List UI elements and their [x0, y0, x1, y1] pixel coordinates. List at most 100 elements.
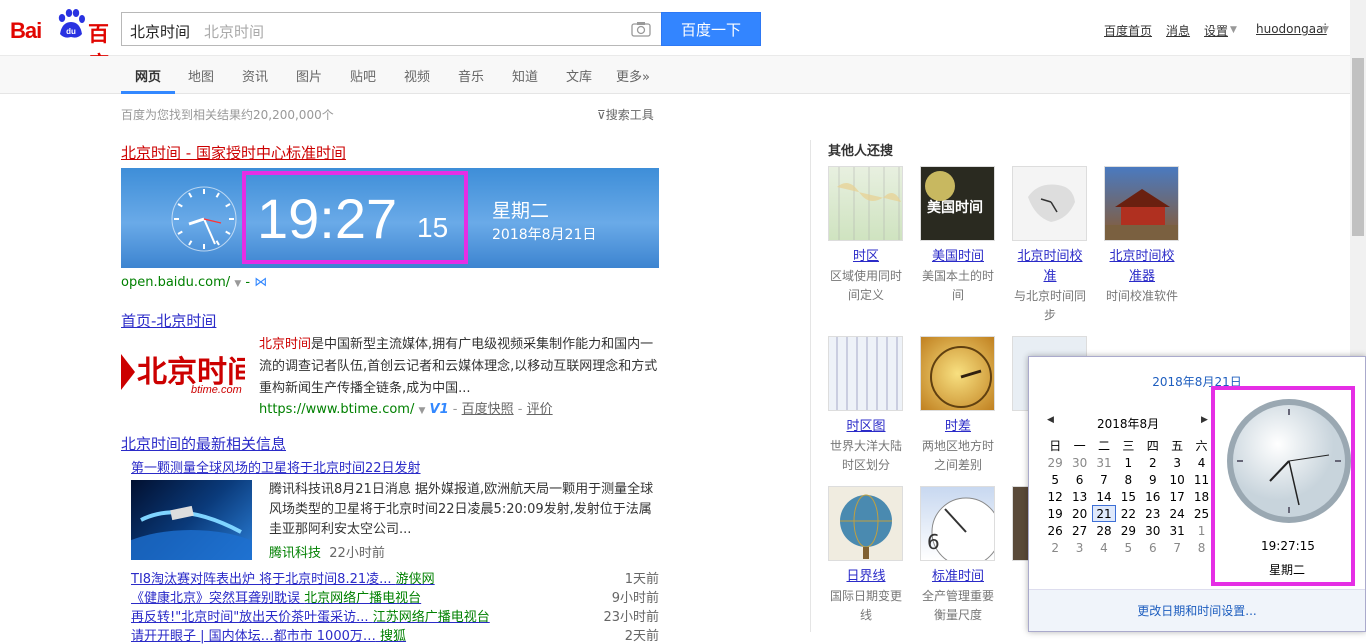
chevron-down-icon[interactable]: ▼ [418, 406, 425, 416]
scrollbar-thumb[interactable] [1352, 58, 1364, 236]
result-title-2[interactable]: 首页-北京时间 [121, 310, 216, 331]
related-card[interactable]: 美国时间 美国时间 美国本土的时间 [920, 166, 996, 305]
result-meta-2: https://www.btime.com/ ▼ V1 - 百度快照 - 评价 [259, 402, 553, 417]
settings-link[interactable]: 设置 [1204, 22, 1228, 39]
search-query[interactable]: 北京时间 [130, 21, 190, 42]
official-icon: ⋈ [254, 275, 268, 290]
chevron-down-icon[interactable]: ▼ [1230, 25, 1237, 35]
highlight-box [242, 171, 468, 264]
result-title-3[interactable]: 北京时间的最新相关信息 [121, 433, 286, 454]
related-card[interactable]: 北京时间校准器 时间校准软件 [1104, 166, 1180, 306]
globe-image [828, 486, 903, 561]
search-tabs: 网页 地图 资讯 图片 贴吧 视频 音乐 知道 文库 更多» [0, 56, 1350, 94]
timezone-chart-image [828, 336, 903, 411]
btime-logo[interactable]: 北京时间 btime.com [121, 346, 257, 398]
related-card-label: 时区 [852, 249, 879, 264]
related-card-label: 日界线 [846, 569, 886, 584]
paw-icon: du [58, 9, 85, 38]
result-title-1[interactable]: 北京时间 - 国家授时中心标准时间 [121, 142, 346, 163]
related-card[interactable]: 时区图 世界大洋大陆时区划分 [828, 336, 904, 475]
news-item[interactable]: 再反转!"北京时间"放出天价茶叶蛋采访... 江苏网络广播电视台 [131, 606, 490, 625]
forbidden-city-image [1104, 166, 1179, 241]
calendar-week: 26 27 28 29 30 31 1 [1047, 523, 1206, 538]
tab-video[interactable]: 视频 [404, 66, 430, 85]
search-button[interactable]: 百度一下 [661, 12, 761, 46]
us-time-image: 美国时间 [920, 166, 995, 241]
news-time: 1天前 [624, 572, 659, 587]
timezone-map-image [828, 166, 903, 241]
review-link[interactable]: 评价 [527, 402, 553, 417]
svg-text:du: du [66, 27, 76, 36]
calendar-month[interactable]: 2018年8月 [1097, 415, 1159, 432]
chevron-down-icon[interactable]: ▼ [1322, 25, 1329, 35]
tab-images[interactable]: 图片 [296, 66, 322, 85]
tab-news[interactable]: 资讯 [242, 66, 268, 85]
related-card[interactable]: 时差 两地区地方时之间差别 [920, 336, 996, 475]
news-time: 2天前 [624, 629, 659, 644]
tab-music[interactable]: 音乐 [458, 66, 484, 85]
related-card-label: 时差 [944, 419, 971, 434]
search-input[interactable]: 北京时间 北京时间 [121, 12, 661, 46]
news-item[interactable]: TI8淘汰赛对阵表出炉 将于北京时间8.21凌... 游侠网 [131, 568, 435, 587]
clock-image: 6 [920, 486, 995, 561]
tab-wenku[interactable]: 文库 [566, 66, 592, 85]
related-card[interactable]: 日界线 国际日期变更线 [828, 486, 904, 625]
news-time: 9小时前 [611, 591, 659, 606]
tab-map[interactable]: 地图 [188, 66, 214, 85]
related-card-desc: 全产管理重要衡量尺度 [921, 589, 994, 622]
related-card-desc: 国际日期变更线 [829, 589, 902, 622]
related-card-label: 标准时间 [931, 569, 984, 584]
calendar-week: 29 30 31 1 2 3 4 [1047, 455, 1206, 470]
news-top-title[interactable]: 第一颗测量全球风场的卫星将于北京时间22日发射 [131, 457, 421, 476]
search-suggestion: 北京时间 [204, 23, 265, 41]
analog-clock-icon [171, 186, 237, 252]
search-tools-button[interactable]: ⊽搜索工具 [597, 106, 654, 123]
camera-icon[interactable] [631, 21, 651, 37]
related-card[interactable]: 时区 区域使用同时间定义 [828, 166, 904, 305]
calendar-selected-day: 21 [1091, 505, 1117, 522]
news-item[interactable]: 请开开眼子 | 国内体坛…都市市 1000万… 搜狐 [131, 625, 406, 644]
messages-link[interactable]: 消息 [1166, 22, 1190, 39]
result-url-2: https://www.btime.com/ [259, 402, 415, 417]
news-top-snippet: 腾讯科技讯8月21日消息 据外媒报道,欧洲航天局一颗用于测量全球风场类型的卫星将… [269, 482, 654, 537]
tab-more[interactable]: 更多» [616, 66, 650, 85]
tab-web[interactable]: 网页 [135, 66, 161, 85]
v1-badge[interactable]: V1 [430, 402, 449, 417]
cache-link[interactable]: 百度快照 [462, 402, 514, 417]
svg-text:6: 6 [927, 530, 940, 554]
result-url-1: open.baidu.com/ ▼ - ⋈ [121, 275, 268, 290]
logo-text-left: Bai [10, 18, 42, 43]
calendar-weekdays: 日一二三四五六 [1049, 439, 1208, 453]
calendar-week: 2345678 [1051, 540, 1206, 555]
column-divider [810, 140, 811, 632]
change-datetime-settings-link[interactable]: 更改日期和时间设置... [1029, 589, 1365, 631]
calendar-week: 19 20 21 22 23 24 25 [1047, 505, 1210, 522]
news-thumbnail[interactable] [131, 480, 252, 560]
related-card-desc: 与北京时间同步 [1013, 289, 1086, 322]
filter-icon: ⊽ [597, 108, 606, 122]
result-snippet-2: 北京时间是中国新型主流媒体,拥有广电级视频采集制作能力和国内一流的调查记者队伍,… [259, 337, 658, 396]
news-item[interactable]: 《健康北京》突然耳聋别耽误 北京网络广播电视台 [131, 587, 421, 606]
related-card-label: 时区图 [846, 419, 886, 434]
related-card-label: 北京时间校准 [1017, 249, 1083, 284]
next-month-icon[interactable]: ▶ [1201, 415, 1208, 425]
related-card-desc: 世界大洋大陆时区划分 [829, 439, 902, 472]
username-link[interactable]: huodongaai [1256, 22, 1327, 36]
prev-month-icon[interactable]: ◀ [1047, 415, 1054, 425]
active-tab-indicator [121, 91, 175, 94]
chevron-down-icon[interactable]: ▼ [234, 279, 241, 289]
calendar-grid: 日一二三四五六 29 30 31 1 2 3 4 5 6 7 8 9 10 11 12 13 14 15 16 1… [1043, 437, 1214, 556]
svg-text:btime.com: btime.com [191, 384, 242, 396]
calendar-week: 5 6 7 8 9 10 11 [1051, 472, 1210, 487]
related-card-label: 北京时间校准器 [1109, 249, 1175, 284]
clock-face-image [920, 336, 995, 411]
calendar-week: 12 13 14 15 16 17 18 [1047, 489, 1210, 504]
search-tools-label: 搜索工具 [605, 108, 654, 122]
tab-tieba[interactable]: 贴吧 [350, 66, 376, 85]
news-time: 23小时前 [603, 610, 659, 625]
related-card[interactable]: 6 标准时间 全产管理重要衡量尺度 [920, 486, 996, 625]
related-card[interactable]: 北京时间校准 与北京时间同步 [1012, 166, 1088, 325]
home-link[interactable]: 百度首页 [1104, 22, 1152, 39]
tab-zhidao[interactable]: 知道 [512, 66, 538, 85]
related-card-desc: 区域使用同时间定义 [829, 269, 902, 302]
